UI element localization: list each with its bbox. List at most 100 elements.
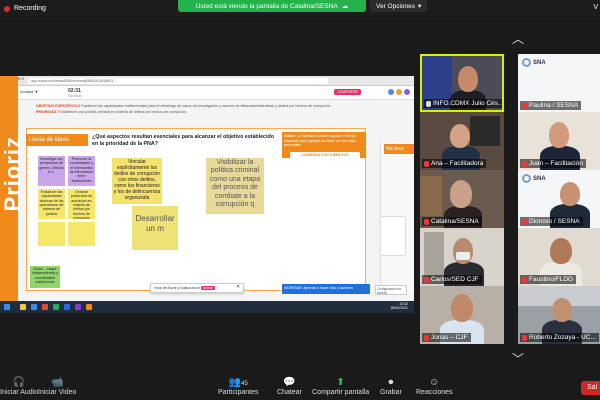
microphone-icon (426, 100, 431, 107)
viewing-screen-banner: Usted está viendo la pantalla de Catalin… (178, 0, 366, 12)
participant-tile[interactable]: SNA Paulina / SESNA (518, 54, 600, 112)
participant-tile[interactable]: Carlos/SED CJF (420, 228, 504, 286)
participant-label: Dionisio / SESNA (520, 217, 583, 226)
record-button[interactable]: ⏺ Grabar (380, 377, 402, 396)
mural-floating-toolbar[interactable]: Vista de Mural y colaboración Unirse (150, 283, 244, 293)
sna-logo-icon (522, 58, 531, 67)
cloud-icon: ☁ (341, 3, 349, 10)
avatar-icon (396, 89, 402, 95)
app-icon[interactable] (53, 304, 59, 310)
share-screen-button[interactable]: ⬆ Compartir pantalla (312, 377, 369, 396)
app-icon[interactable] (86, 304, 92, 310)
help-banner[interactable]: INGRESAR: Aprende a hacer clics y accion… (282, 284, 370, 294)
app-icon[interactable] (42, 304, 48, 310)
participant-tile[interactable]: Faustino/FLDG (518, 228, 600, 286)
sticky-note[interactable] (38, 222, 65, 246)
chat-label: Chatear (277, 389, 302, 396)
mural-share-button[interactable]: COMPARTIR (334, 89, 361, 95)
reactions-button[interactable]: ☺ Reacciones (416, 377, 453, 396)
participants-count: 45 (241, 381, 248, 387)
recording-label: Recording (14, 5, 46, 12)
sna-logo: SNA (522, 58, 546, 67)
app-icon[interactable] (64, 304, 70, 310)
participant-name: Jonas – CJF (431, 334, 468, 341)
windows-start-icon[interactable] (4, 304, 10, 310)
microphone-muted-icon (522, 160, 527, 167)
chat-icon: 💬 (283, 377, 296, 388)
sticky-note[interactable] (68, 222, 95, 246)
taskbar-apps (20, 304, 92, 310)
participant-label: Carlos/SED CJF (422, 275, 482, 284)
participant-name: Carlos/SED CJF (431, 276, 479, 283)
app-icon[interactable] (20, 304, 26, 310)
chevron-down-icon[interactable]: ﹀ (512, 350, 524, 367)
participant-tile[interactable]: Jonas – CJF (420, 286, 504, 344)
microphone-muted-icon (522, 334, 527, 341)
access-settings-button[interactable]: Configuración de acceso (375, 285, 407, 295)
mural-board-menu[interactable]: rioridad ▼ (20, 89, 38, 94)
browser-tab[interactable]: rt 9 (18, 76, 24, 81)
start-audio-button[interactable]: 🎧 Iniciar Audio (0, 377, 38, 396)
clock-date: 26/02/2021 (390, 305, 408, 310)
mural-avatars (388, 89, 410, 95)
participant-tile[interactable]: Catalina/SESNA (420, 170, 504, 228)
microphone-muted-icon (522, 218, 527, 225)
mural-toolbar: rioridad ▼ 02:31 Sin título COMPARTIR (18, 86, 414, 100)
sticky-note[interactable]: Investigar con perspectiva de género. Mé… (38, 156, 65, 186)
start-audio-label: Iniciar Audio (0, 389, 39, 396)
microphone-muted-icon (522, 102, 527, 109)
participant-tile[interactable]: INFO.CDMX Julio Cés... (420, 54, 504, 112)
view-options-button[interactable]: Ver Opciones ▾ (370, 0, 428, 12)
participant-tile[interactable]: Roberto Zozaya - UC... (518, 286, 600, 344)
participant-tile[interactable]: SNA Dionisio / SESNA (518, 170, 600, 228)
recording-indicator[interactable]: Recording (4, 5, 46, 12)
sticky-note[interactable]: Desarrollar un m (132, 206, 178, 250)
reactions-label: Reacciones (416, 389, 453, 396)
leave-meeting-button[interactable]: Sal (581, 381, 600, 395)
participant-name: Roberto Zozaya - UC... (529, 334, 596, 341)
participant-label: Paulina / SESNA (520, 101, 582, 110)
microphone-muted-icon (424, 334, 429, 341)
chat-button[interactable]: 💬 Chatear (277, 377, 302, 396)
participant-label: Faustino/FLDG (520, 275, 577, 284)
sticky-note[interactable]: Generar protocolos de actuación en mater… (68, 189, 95, 219)
slide-vertical-text: Prioriz (0, 136, 25, 212)
participant-label: Catalina/SESNA (422, 217, 482, 226)
view-options-label: Ver Opciones (376, 2, 416, 10)
nucleos-heading: Nucleos (384, 144, 414, 154)
participant-label: Ana – Facilitadora (422, 159, 487, 168)
floating-toolbar-button[interactable]: Unirse (200, 286, 215, 290)
app-icon[interactable] (31, 304, 37, 310)
objective-2-text: Establecer una política criminal en mate… (60, 110, 187, 114)
participant-tile[interactable]: Juan – Facilitación (518, 112, 600, 170)
microphone-muted-icon (424, 276, 429, 283)
sticky-note[interactable]: Orden - mayor independencia y coordinaci… (30, 266, 60, 288)
video-off-icon: 📹 (50, 377, 64, 388)
url-field[interactable]: app.mural.co/t/sesna8388/m/sesna8388/161… (28, 78, 328, 84)
sticky-note[interactable]: Vincular explícitamente los delitos de c… (112, 158, 162, 204)
objective-1-text: Fortalecer las capacidades institucional… (80, 104, 331, 108)
participant-tile[interactable]: Ana – Facilitadora (420, 112, 504, 170)
close-icon[interactable]: ✕ (236, 284, 240, 290)
sticky-note[interactable]: Fortalecer las capacidades técnicas de l… (38, 189, 65, 219)
chevron-up-icon[interactable]: ︿ (512, 30, 524, 47)
top-bar: Recording Usted está viendo la pantalla … (0, 0, 600, 20)
board-zoom-controls[interactable] (380, 216, 406, 256)
view-toggle[interactable]: V (593, 4, 598, 11)
app-icon[interactable] (75, 304, 81, 310)
participant-name: Ana – Facilitadora (431, 160, 484, 167)
shared-screen[interactable]: Prioriz rt 9 app.mural.co/t/sesna8388/m/… (0, 76, 414, 313)
participants-button[interactable]: 👥45 Participantes (218, 377, 258, 396)
record-icon: ⏺ (388, 377, 394, 388)
share-screen-icon: ⬆ (336, 377, 345, 388)
participants-label: Participantes (218, 389, 259, 396)
participant-name: Faustino/FLDG (529, 276, 574, 283)
sna-logo-icon (522, 174, 531, 183)
sticky-note[interactable]: Visibilizar la política criminal como un… (206, 158, 264, 214)
objective-1-label: OBJETIVO ESPECÍFICO 2 (36, 104, 80, 108)
meeting-controls: 🎧 Iniciar Audio 📹 Iniciar Video 👥45 Part… (0, 375, 600, 400)
sticky-note[interactable]: Promover la coordinación y el intercambi… (68, 156, 95, 186)
timer-button[interactable]: COMIENZA CON 5 MINUTOS (290, 152, 360, 159)
start-video-button[interactable]: 📹 Iniciar Video (38, 377, 76, 396)
microphone-muted-icon (424, 160, 429, 167)
